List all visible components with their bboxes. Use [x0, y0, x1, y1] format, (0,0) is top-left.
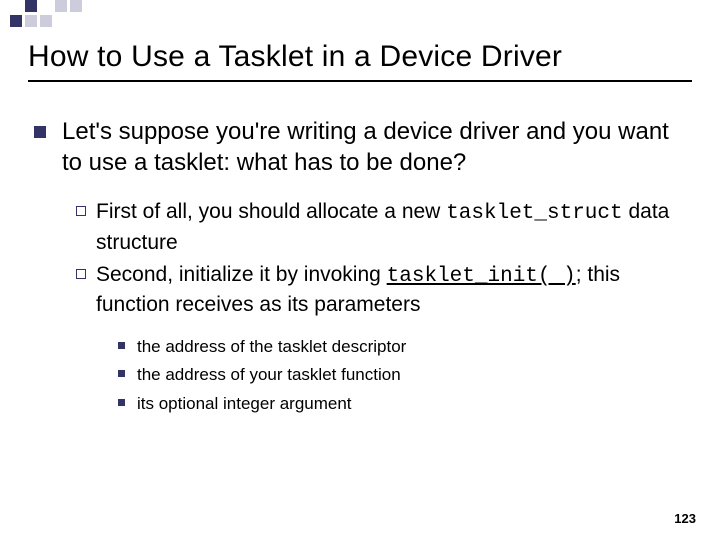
page-number: 123 [674, 511, 696, 526]
lvl1-text: Let's suppose you're writing a device dr… [62, 116, 692, 178]
bullet-level2: Second, initialize it by invoking taskle… [76, 261, 692, 320]
slide-title: How to Use a Tasklet in a Device Driver [28, 40, 692, 74]
lvl3b-text: the address of your tasklet function [137, 362, 401, 388]
bullet-level3: the address of the tasklet descriptor [118, 334, 692, 360]
hollow-square-bullet-icon [76, 206, 86, 216]
code-tasklet-init: tasklet_init( ) [387, 265, 576, 288]
level2-list: First of all, you should allocate a new … [76, 198, 692, 319]
code-tasklet-struct: tasklet_struct [446, 202, 622, 225]
title-rule [28, 80, 692, 82]
hollow-square-bullet-icon [76, 269, 86, 279]
square-bullet-icon [34, 126, 46, 138]
small-square-bullet-icon [118, 399, 125, 406]
bullet-level1: Let's suppose you're writing a device dr… [28, 116, 692, 178]
bullet-level3: the address of your tasklet function [118, 362, 692, 388]
lvl3c-text: its optional integer argument [137, 391, 352, 417]
slide-body: How to Use a Tasklet in a Device Driver … [0, 0, 720, 416]
level3-list: the address of the tasklet descriptor th… [118, 334, 692, 417]
small-square-bullet-icon [118, 342, 125, 349]
lvl2a-text: First of all, you should allocate a new … [96, 198, 692, 257]
corner-decoration [10, 0, 82, 27]
lvl2b-text: Second, initialize it by invoking taskle… [96, 261, 692, 320]
small-square-bullet-icon [118, 370, 125, 377]
lvl3a-text: the address of the tasklet descriptor [137, 334, 406, 360]
bullet-level2: First of all, you should allocate a new … [76, 198, 692, 257]
bullet-level3: its optional integer argument [118, 391, 692, 417]
